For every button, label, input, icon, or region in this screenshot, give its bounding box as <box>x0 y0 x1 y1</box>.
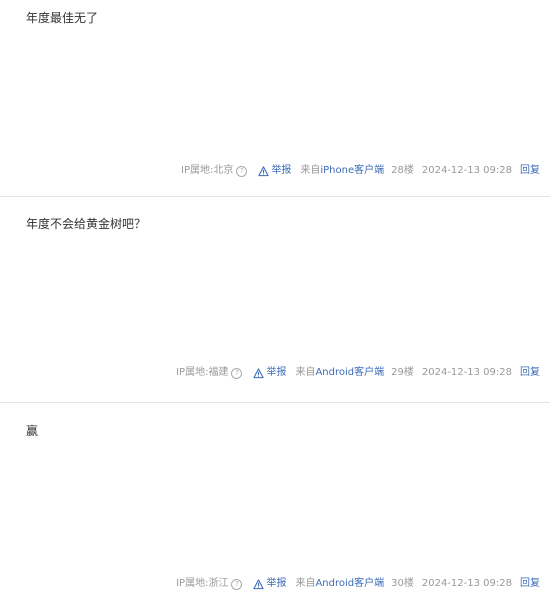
ip-location-text: IP属地:北京 <box>181 165 234 176</box>
reply-post: 赢 IP属地:浙江 ? 举报 来自Android客户端 30楼 2024-12-… <box>0 403 550 600</box>
client-link[interactable]: Android客户端 <box>315 367 384 378</box>
post-content: 赢 <box>26 424 39 438</box>
question-circle-icon[interactable]: ? <box>236 165 248 177</box>
client-link[interactable]: iPhone客户端 <box>320 165 384 176</box>
ip-location: IP属地:浙江 ? <box>176 577 243 591</box>
client-prefix: 来自 <box>300 165 321 176</box>
warning-triangle-icon <box>253 367 265 378</box>
ip-location-text: IP属地:福建 <box>176 367 229 378</box>
post-tail: IP属地:福建 ? 举报 来自Android客户端 29楼 2024-12-13… <box>176 366 540 380</box>
report-button[interactable]: 举报 <box>253 366 286 380</box>
report-label: 举报 <box>271 165 292 176</box>
post-content: 年度不会给黄金树吧？ <box>26 217 147 231</box>
question-circle-icon[interactable]: ? <box>231 578 243 590</box>
warning-triangle-icon <box>258 165 270 176</box>
report-label: 举报 <box>266 367 287 378</box>
ip-location: IP属地:福建 ? <box>176 366 243 380</box>
floor-number: 30楼 <box>391 578 414 589</box>
floor-number: 28楼 <box>391 165 414 176</box>
client-prefix: 来自 <box>295 367 316 378</box>
client-source: 来自iPhone客户端 <box>300 164 384 178</box>
reply-post: 年度最佳无了 IP属地:北京 ? 举报 来自iPhone客户端 28楼 2024… <box>0 0 550 197</box>
ip-location: IP属地:北京 ? <box>181 164 248 178</box>
warning-triangle-icon <box>253 578 265 589</box>
floor-number: 29楼 <box>391 367 414 378</box>
client-link[interactable]: Android客户端 <box>315 578 384 589</box>
post-tail: IP属地:北京 ? 举报 来自iPhone客户端 28楼 2024-12-13 … <box>181 164 540 178</box>
reply-button[interactable]: 回复 <box>520 164 540 178</box>
reply-post: 年度不会给黄金树吧？ IP属地:福建 ? 举报 来自Android客户端 29楼… <box>0 197 550 403</box>
post-content: 年度最佳无了 <box>26 11 99 25</box>
ip-location-text: IP属地:浙江 <box>176 578 229 589</box>
post-time: 2024-12-13 09:28 <box>421 578 512 589</box>
report-button[interactable]: 举报 <box>258 164 291 178</box>
report-button[interactable]: 举报 <box>253 577 286 591</box>
post-tail: IP属地:浙江 ? 举报 来自Android客户端 30楼 2024-12-13… <box>176 577 540 591</box>
client-prefix: 来自 <box>295 578 316 589</box>
post-time: 2024-12-13 09:28 <box>421 367 512 378</box>
reply-button[interactable]: 回复 <box>520 577 540 591</box>
report-label: 举报 <box>266 578 287 589</box>
client-source: 来自Android客户端 <box>295 577 384 591</box>
post-time: 2024-12-13 09:28 <box>421 165 512 176</box>
client-source: 来自Android客户端 <box>295 366 384 380</box>
question-circle-icon[interactable]: ? <box>231 367 243 379</box>
reply-button[interactable]: 回复 <box>520 366 540 380</box>
